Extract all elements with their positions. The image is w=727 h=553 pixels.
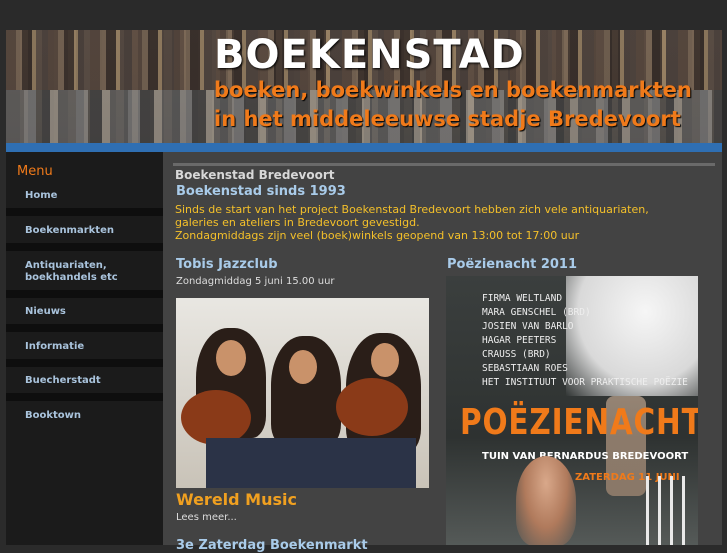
guitar (336, 378, 408, 436)
article-title-poezienacht[interactable]: Poëzienacht 2011 (447, 257, 577, 272)
next-article-title[interactable]: 3e Zaterdag Boekenmarkt (176, 538, 368, 553)
read-more-link[interactable]: Lees meer... (176, 512, 237, 523)
nav-boekenmarkten[interactable]: Boekenmarkten (6, 225, 163, 237)
guitar (181, 390, 251, 445)
nav-nieuws[interactable]: Nieuws (6, 306, 163, 318)
poster-name: CRAUSS (BRD) (482, 349, 551, 360)
site-subtitle-line-2: in het middeleeuwse stadje Bredevoort (214, 107, 681, 131)
jazzclub-photo (176, 298, 429, 488)
nav-separator (6, 324, 163, 332)
poster-name: HAGAR PEETERS (482, 335, 557, 346)
poster-chair (646, 476, 692, 545)
intro-line: Sinds de start van het project Boekensta… (175, 203, 649, 216)
intro-text: Sinds de start van het project Boekensta… (175, 203, 705, 242)
top-bar (0, 0, 727, 30)
nav-booktown[interactable]: Booktown (6, 410, 163, 422)
nav-separator (6, 359, 163, 367)
poster-venue: TUIN VAN BERNARDUS BREDEVOORT (482, 451, 689, 462)
poster-title: POËZIENACHT (460, 402, 698, 443)
page-heading: Boekenstad sinds 1993 (176, 184, 346, 199)
site-subtitle-line-1: boeken, boekwinkels en boekenmarkten (214, 78, 692, 102)
poster-name: JOSIEN VAN BARLO (482, 321, 574, 332)
photo-face (289, 350, 317, 384)
photo-jeans (206, 438, 416, 488)
poezienacht-poster: FIRMA WELTLAND MARA GENSCHEL (BRD) JOSIE… (446, 276, 698, 545)
article-date: Zondagmiddag 5 juni 15.00 uur (176, 276, 335, 287)
photo-face (216, 340, 246, 376)
nav-separator (6, 393, 163, 401)
poster-name: MARA GENSCHEL (BRD) (482, 307, 591, 318)
poster-name: FIRMA WELTLAND (482, 293, 563, 304)
article-title-jazzclub[interactable]: Tobis Jazzclub (176, 257, 278, 272)
nav-separator (6, 290, 163, 298)
nav-buecherstadt[interactable]: Buecherstadt (6, 375, 163, 387)
site-banner: BOEKENSTAD boeken, boekwinkels en boeken… (6, 30, 722, 143)
banner-divider (6, 143, 722, 152)
menu-title: Menu (17, 164, 53, 179)
nav-informatie[interactable]: Informatie (6, 341, 163, 353)
poster-singer (516, 456, 576, 545)
breadcrumb: Boekenstad Bredevoort (175, 168, 335, 182)
feature-title[interactable]: Wereld Music (176, 490, 297, 509)
sidebar-menu: Menu Home Boekenmarkten Antiquariaten, b… (6, 152, 163, 545)
poster-name: SEBASTIAAN ROES (482, 363, 568, 374)
content-divider (173, 163, 715, 166)
photo-face (371, 343, 399, 377)
nav-separator (6, 208, 163, 216)
nav-separator (6, 243, 163, 251)
intro-line: Zondagmiddags zijn veel (boek)winkels ge… (175, 229, 580, 242)
intro-line: galeries en ateliers in Bredevoort geves… (175, 216, 420, 229)
poster-performers: FIRMA WELTLAND MARA GENSCHEL (BRD) JOSIE… (482, 292, 688, 390)
site-title: BOEKENSTAD (214, 32, 525, 78)
nav-antiquariaten[interactable]: Antiquariaten, boekhandels etc (6, 260, 156, 284)
nav-home[interactable]: Home (6, 190, 163, 202)
poster-name: HET INSTITUUT VOOR PRAKTISCHE POËZIE (482, 377, 688, 388)
